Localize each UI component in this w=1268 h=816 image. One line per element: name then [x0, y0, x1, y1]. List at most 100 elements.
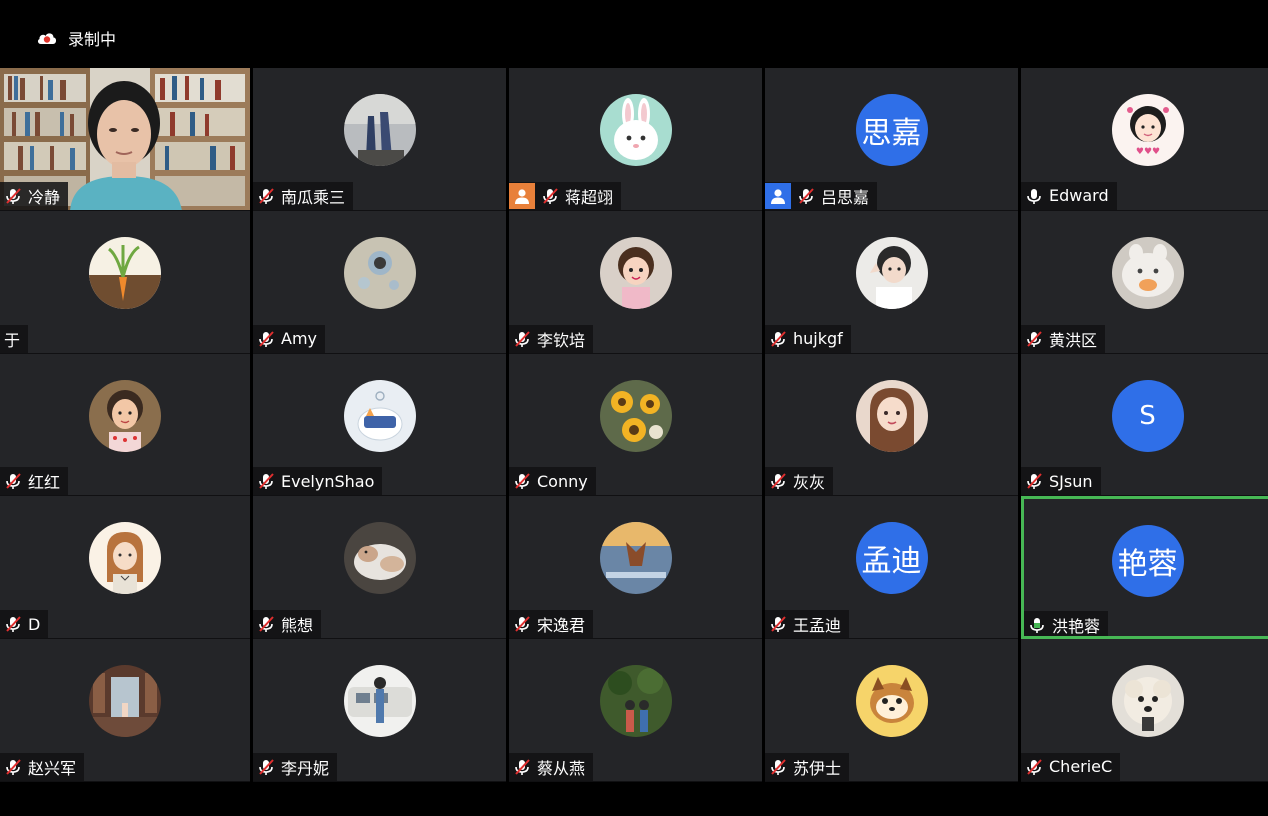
- participant-tile[interactable]: Amy: [253, 210, 506, 354]
- participant-tile[interactable]: Conny: [509, 353, 762, 497]
- mic-muted-icon: [6, 473, 21, 490]
- participant-avatar: [89, 379, 161, 452]
- person-badge-icon: [765, 182, 791, 209]
- top-bar: 录制中: [0, 0, 1268, 68]
- avatar-initials: 艳蓉: [1117, 547, 1178, 583]
- participant-name: 南瓜乘三: [281, 187, 346, 207]
- participant-tile[interactable]: 蔡从燕: [509, 639, 762, 782]
- participant-tile[interactable]: S SJsun: [1021, 353, 1268, 497]
- participant-name: 熊想: [281, 616, 314, 636]
- participant-name-tag: 李钦培: [509, 324, 594, 353]
- participant-tile[interactable]: hujkgf: [765, 210, 1018, 354]
- participant-avatar: S: [1111, 379, 1184, 452]
- participant-avatar: 艳蓉: [1111, 525, 1184, 598]
- person-badge-icon: [509, 182, 535, 209]
- participant-tile[interactable]: 蒋超翊: [509, 68, 762, 211]
- participant-avatar: [599, 665, 672, 738]
- mic-muted-icon: [515, 473, 530, 490]
- participant-tile[interactable]: 冷静: [0, 68, 250, 211]
- participant-name-tag: 南瓜乘三: [253, 181, 354, 210]
- mic-muted-icon: [771, 759, 786, 775]
- participant-name-tag: 宋逸君: [509, 610, 594, 639]
- participant-name-tag: 蔡从燕: [509, 752, 594, 781]
- participant-tile[interactable]: 孟迪 王孟迪: [765, 496, 1018, 640]
- participant-name: Conny: [537, 471, 588, 491]
- participant-name: 赵兴军: [28, 758, 77, 778]
- participant-tile[interactable]: 李钦培: [509, 210, 762, 354]
- participant-avatar: [1111, 236, 1184, 309]
- participant-avatar: [599, 522, 672, 595]
- participant-tile[interactable]: EvelynShao: [253, 353, 506, 497]
- avatar-initials: 思嘉: [861, 116, 922, 151]
- participant-avatar: [599, 94, 672, 166]
- participant-name: 红红: [28, 473, 61, 493]
- recording-label: 录制中: [68, 30, 117, 49]
- participant-avatar: 思嘉: [855, 94, 928, 166]
- participant-name: EvelynShao: [281, 471, 375, 491]
- bottom-bar: [0, 782, 1268, 816]
- participant-tile[interactable]: 灰灰: [765, 353, 1018, 497]
- participant-name-tag: 黄洪区: [1021, 324, 1106, 353]
- mic-muted-icon: [259, 616, 274, 633]
- participant-name: 王孟迪: [793, 616, 842, 636]
- participant-tile[interactable]: CherieC: [1021, 639, 1268, 782]
- participant-name-tag: 李丹妮: [253, 752, 338, 781]
- participant-name-tag: 红红: [0, 467, 69, 496]
- participant-avatar: [599, 236, 672, 309]
- participant-avatar: [89, 522, 161, 595]
- participant-tile[interactable]: 苏伊士: [765, 639, 1018, 782]
- participant-avatar: [89, 236, 161, 309]
- participant-name-tag: 于: [0, 324, 29, 353]
- cloud-record-icon: [37, 33, 57, 44]
- participant-tile[interactable]: 赵兴军: [0, 639, 250, 782]
- mic-muted-icon: [771, 616, 786, 633]
- participant-name: 于: [4, 330, 21, 350]
- participant-name: 蔡从燕: [537, 758, 586, 778]
- participant-name: Edward: [1049, 186, 1109, 206]
- participant-tile[interactable]: 熊想: [253, 496, 506, 640]
- participant-name: D: [28, 614, 41, 634]
- participant-name: 吕思嘉: [821, 187, 870, 207]
- participant-name-tag: 赵兴军: [0, 752, 85, 781]
- participant-name-tag: CherieC: [1021, 752, 1121, 781]
- mic-muted-icon: [515, 759, 530, 775]
- participant-tile[interactable]: 红红: [0, 353, 250, 497]
- participant-tile[interactable]: 思嘉 吕思嘉: [765, 68, 1018, 211]
- participant-name: hujkgf: [793, 329, 843, 349]
- participant-name: 蒋超翊: [565, 187, 614, 207]
- participant-name-tag: EvelynShao: [253, 467, 383, 496]
- participant-name-tag: 冷静: [0, 181, 69, 210]
- participant-name-tag: 蒋超翊: [509, 181, 622, 210]
- participant-tile-active-speaker[interactable]: 艳蓉 洪艳蓉: [1021, 496, 1268, 640]
- participant-name-tag: SJsun: [1021, 467, 1101, 496]
- mic-muted-icon: [799, 188, 814, 204]
- participant-avatar: [599, 379, 672, 452]
- participant-avatar: [1111, 665, 1184, 738]
- avatar-initials: S: [1139, 400, 1156, 431]
- participant-tile[interactable]: 李丹妮: [253, 639, 506, 782]
- participant-name: CherieC: [1049, 757, 1113, 777]
- participant-avatar: 孟迪: [855, 522, 928, 595]
- mic-muted-icon: [1027, 473, 1042, 490]
- participant-tile[interactable]: 南瓜乘三: [253, 68, 506, 211]
- participant-avatar: [855, 236, 928, 309]
- participant-tile[interactable]: D: [0, 496, 250, 640]
- participant-tile[interactable]: 黄洪区: [1021, 210, 1268, 354]
- participant-tile[interactable]: 宋逸君: [509, 496, 762, 640]
- participant-name-tag: D: [0, 610, 49, 639]
- recording-indicator[interactable]: 录制中: [36, 26, 116, 50]
- participant-tile[interactable]: 于: [0, 210, 250, 354]
- participant-name-tag: 吕思嘉: [765, 181, 878, 210]
- svg-text:♥♥♥: ♥♥♥: [1135, 147, 1159, 157]
- mic-muted-icon: [771, 330, 786, 347]
- participant-avatar: [343, 94, 416, 166]
- participant-avatar: [89, 665, 161, 738]
- participant-name: 宋逸君: [537, 616, 586, 636]
- participant-name-tag: hujkgf: [765, 324, 851, 353]
- participant-name-tag: Amy: [253, 324, 325, 353]
- mic-muted-icon: [515, 616, 530, 633]
- participant-name: 苏伊士: [793, 758, 842, 778]
- participant-name: 灰灰: [793, 473, 826, 493]
- participant-tile[interactable]: ♥♥♥ Edward: [1021, 68, 1268, 211]
- participant-avatar: [343, 236, 416, 309]
